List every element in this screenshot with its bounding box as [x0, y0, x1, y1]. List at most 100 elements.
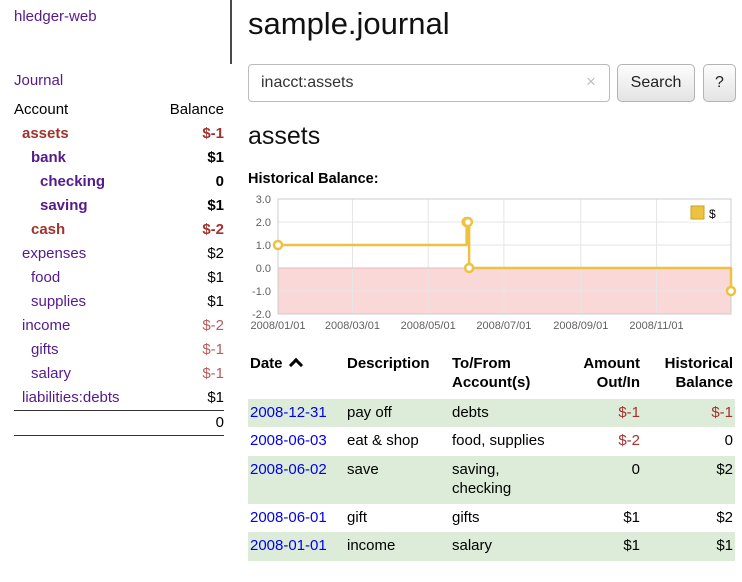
account-row-salary: salary $-1 — [14, 362, 224, 386]
svg-text:2008/07/01: 2008/07/01 — [476, 320, 531, 332]
accounts-total-balance: 0 — [153, 411, 224, 436]
hledger-web-screen: hledger-web Journal Account Balance asse… — [0, 0, 742, 582]
register-col-balance[interactable]: Historical Balance — [642, 353, 735, 399]
account-row-saving: saving $1 — [14, 194, 224, 218]
svg-text:2008/03/01: 2008/03/01 — [325, 320, 380, 332]
svg-text:2008/05/01: 2008/05/01 — [401, 320, 456, 332]
svg-text:2.0: 2.0 — [256, 217, 271, 229]
sidebar: hledger-web Journal Account Balance asse… — [0, 0, 232, 582]
register-table: Date Description To/From Account(s) Amou… — [248, 353, 735, 561]
transaction-amount: $1 — [562, 532, 642, 561]
account-row-gifts: gifts $-1 — [14, 338, 224, 362]
svg-text:$: $ — [709, 207, 716, 221]
accounts-col-account: Account — [14, 98, 153, 122]
svg-text:0.0: 0.0 — [256, 263, 271, 275]
account-link-cash[interactable]: cash — [31, 221, 65, 238]
register-col-amount[interactable]: Amount Out/In — [562, 353, 642, 399]
accounts-total-row: 0 — [14, 411, 224, 436]
register-col-description[interactable]: Description — [345, 353, 450, 399]
account-balance: $1 — [153, 194, 224, 218]
accounts-col-balance: Balance — [153, 98, 224, 122]
account-row-bank: bank $1 — [14, 146, 224, 170]
transaction-amount: 0 — [562, 456, 642, 504]
svg-text:1.0: 1.0 — [256, 240, 271, 252]
account-balance: $1 — [153, 146, 224, 170]
svg-text:-1.0: -1.0 — [252, 286, 271, 298]
register-col-date[interactable]: Date — [248, 353, 345, 399]
account-row-income: income $-2 — [14, 314, 224, 338]
account-link-saving[interactable]: saving — [40, 197, 88, 214]
accounts-table: Account Balance assets $-1 bank $1 check… — [14, 98, 224, 436]
transaction-balance: $-1 — [642, 399, 735, 428]
transaction-description: save — [345, 456, 450, 504]
register-row: 2008-12-31 pay off debts $-1 $-1 — [248, 399, 735, 428]
account-link-bank[interactable]: bank — [31, 149, 66, 166]
account-link-checking[interactable]: checking — [40, 173, 105, 190]
register-row: 2008-01-01 income salary $1 $1 — [248, 532, 735, 561]
transaction-date-link[interactable]: 2008-01-01 — [250, 537, 327, 554]
transaction-accounts: salary — [450, 532, 562, 561]
search-input[interactable] — [248, 64, 610, 102]
account-row-cash: cash $-2 — [14, 218, 224, 242]
sidebar-item-journal[interactable]: Journal — [14, 72, 63, 89]
account-link-gifts[interactable]: gifts — [31, 341, 59, 358]
account-balance: $1 — [153, 386, 224, 411]
transaction-date-link[interactable]: 2008-12-31 — [250, 404, 327, 421]
svg-text:2008/09/01: 2008/09/01 — [553, 320, 608, 332]
account-row-supplies: supplies $1 — [14, 290, 224, 314]
account-row-food: food $1 — [14, 266, 224, 290]
account-link-expenses[interactable]: expenses — [22, 245, 86, 262]
account-row-assets: assets $-1 — [14, 122, 224, 146]
chart-heading: Historical Balance: — [248, 171, 735, 187]
svg-text:2008/11/01: 2008/11/01 — [629, 320, 683, 332]
register-row: 2008-06-02 save saving, checking 0 $2 — [248, 456, 735, 504]
account-balance: $-1 — [153, 122, 224, 146]
transaction-date-link[interactable]: 2008-06-02 — [250, 461, 327, 478]
transaction-description: income — [345, 532, 450, 561]
search-bar: × Search ? — [248, 64, 735, 102]
transaction-balance: $2 — [642, 504, 735, 533]
transaction-balance: 0 — [642, 427, 735, 456]
account-link-food[interactable]: food — [31, 269, 60, 286]
transaction-description: pay off — [345, 399, 450, 428]
transaction-description: gift — [345, 504, 450, 533]
search-button[interactable]: Search — [617, 64, 695, 102]
register-col-accounts[interactable]: To/From Account(s) — [450, 353, 562, 399]
account-balance: $-2 — [153, 314, 224, 338]
help-button[interactable]: ? — [703, 64, 736, 102]
accounts-header-row: Account Balance — [14, 98, 224, 122]
account-link-salary[interactable]: salary — [31, 365, 71, 382]
account-row-expenses: expenses $2 — [14, 242, 224, 266]
register-header-row: Date Description To/From Account(s) Amou… — [248, 353, 735, 399]
transaction-amount: $-2 — [562, 427, 642, 456]
register-row: 2008-06-01 gift gifts $1 $2 — [248, 504, 735, 533]
account-row-checking: checking 0 — [14, 170, 224, 194]
account-heading: assets — [248, 122, 735, 151]
transaction-description: eat & shop — [345, 427, 450, 456]
historical-balance-chart: 3.02.01.00.0-1.0-2.02008/01/012008/03/01… — [248, 193, 735, 335]
svg-text:3.0: 3.0 — [256, 194, 271, 206]
svg-text:2008/01/01: 2008/01/01 — [250, 320, 305, 332]
account-link-assets[interactable]: assets — [22, 125, 69, 142]
register-row: 2008-06-03 eat & shop food, supplies $-2… — [248, 427, 735, 456]
transaction-accounts: saving, checking — [450, 456, 562, 504]
transaction-date-link[interactable]: 2008-06-01 — [250, 509, 327, 526]
transaction-date-link[interactable]: 2008-06-03 — [250, 432, 327, 449]
app-title-link[interactable]: hledger-web — [14, 8, 97, 25]
sort-asc-icon — [288, 358, 302, 372]
account-balance: $1 — [153, 266, 224, 290]
clear-search-icon[interactable]: × — [586, 73, 596, 90]
account-link-income[interactable]: income — [22, 317, 70, 334]
register-col-date-label: Date — [250, 355, 283, 372]
account-balance: $1 — [153, 290, 224, 314]
account-link-supplies[interactable]: supplies — [31, 293, 86, 310]
account-balance: $-1 — [153, 362, 224, 386]
transaction-accounts: debts — [450, 399, 562, 428]
sidebar-scrollbar-thumb[interactable] — [230, 0, 232, 64]
page-title: sample.journal — [248, 6, 735, 42]
account-link-liabilities-debts[interactable]: liabilities:debts — [22, 389, 120, 406]
transaction-balance: $1 — [642, 532, 735, 561]
account-balance: $2 — [153, 242, 224, 266]
transaction-accounts: gifts — [450, 504, 562, 533]
transaction-amount: $-1 — [562, 399, 642, 428]
